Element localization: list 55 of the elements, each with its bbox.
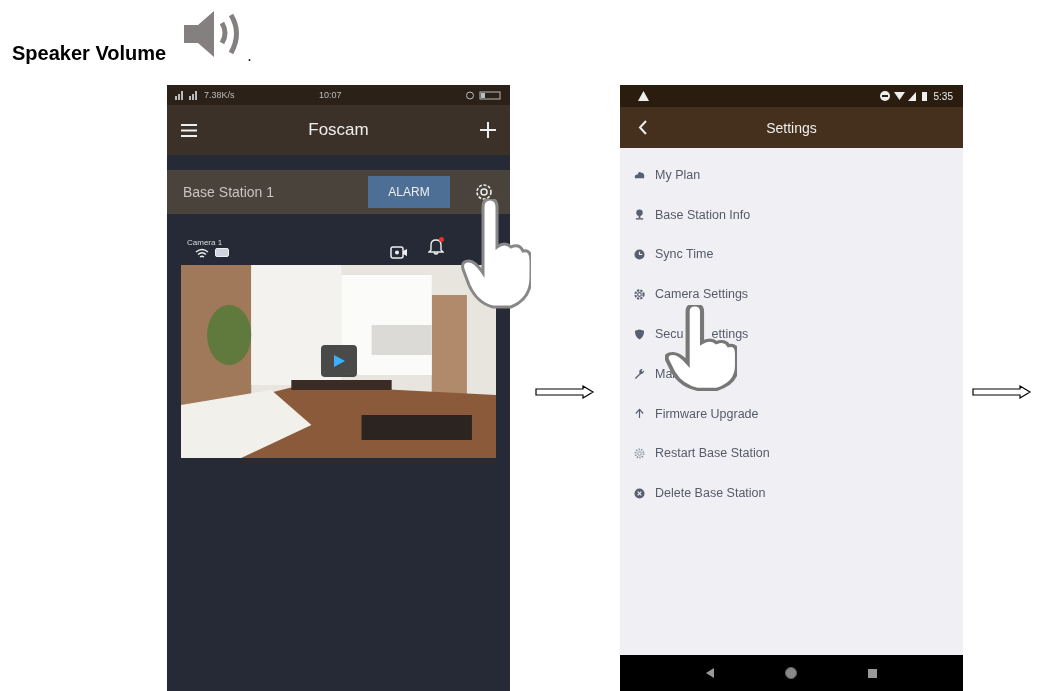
battery-icon [215,248,230,257]
clock-icon [634,249,645,260]
base-station-name: Base Station 1 [183,184,276,200]
item-label: Secu [655,327,684,342]
item-label: Firmware Upgrade [655,406,759,421]
section-heading: Speaker Volume [12,42,167,65]
settings-item[interactable]: Sync Time [620,234,963,275]
gear-icon [634,288,645,300]
arrow-icon [972,385,1032,399]
bell-icon[interactable] [428,238,444,255]
back-icon[interactable] [705,668,714,678]
status-time: 10:07 [318,90,343,100]
upload-icon [634,408,645,420]
settings-item[interactable]: Base Station Info [620,194,963,235]
home-icon[interactable] [785,667,797,679]
arrow-icon [535,385,595,399]
warning-icon [638,91,649,101]
hand-pointer-icon [461,199,531,309]
item-label: Camera Settings [655,287,749,302]
recent-apps-icon[interactable] [868,668,878,678]
item-label: ettings [711,327,749,342]
sun-icon [634,447,645,459]
item-label: Delete Base Station [655,486,766,501]
battery-icon [466,90,502,100]
app-title: Foscam [307,120,370,140]
back-icon[interactable] [638,120,647,135]
screen-title: Settings [765,119,818,136]
cloud-icon [634,169,645,181]
item-label: Base Station Info [655,207,751,222]
period-text: . [247,47,252,65]
wifi-icon [195,248,209,259]
pin-icon [634,209,645,221]
wrench-icon [634,368,645,380]
shield-icon [634,328,645,340]
status-icons [879,91,928,101]
video-camera-icon[interactable] [390,246,408,259]
add-icon[interactable] [480,122,496,138]
item-label: Sync Time [655,247,714,262]
settings-item[interactable]: Restart Base Station [620,433,963,474]
settings-item[interactable]: Secu ettings [620,314,963,354]
settings-item[interactable]: Firmware Upgrade [620,393,963,434]
alarm-button[interactable]: ALARM [368,176,450,208]
item-label: Restart Base Station [655,446,770,461]
settings-icon[interactable] [474,182,494,202]
settings-item[interactable]: My Plan [620,155,963,195]
menu-icon[interactable] [181,123,197,137]
camera-name: Camera 1 [187,238,224,247]
settings-item[interactable]: Delete Base Station [620,473,963,514]
play-button[interactable] [321,345,357,377]
play-icon [332,354,346,368]
settings-item[interactable]: Camera Settings [620,274,963,315]
item-label: My Plan [655,167,701,182]
delete-icon [634,487,645,499]
network-speed: 7.38K/s [204,90,235,100]
status-time: 5:35 [933,90,953,102]
